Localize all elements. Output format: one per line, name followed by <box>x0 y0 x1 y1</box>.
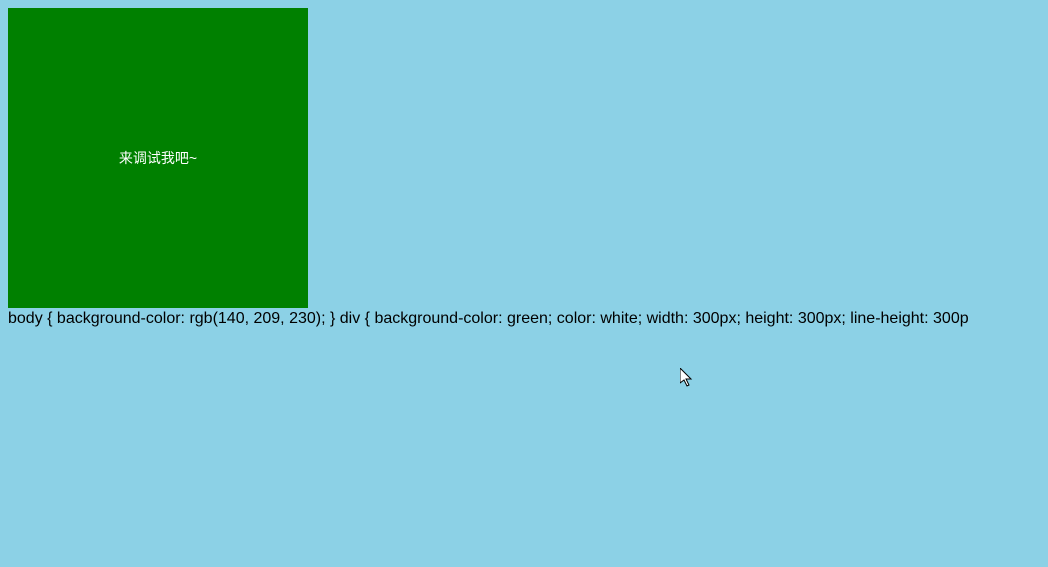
css-rules-text: body { background-color: rgb(140, 209, 2… <box>8 310 1040 328</box>
debug-box-text: 来调试我吧~ <box>119 150 197 166</box>
mouse-cursor-icon <box>680 368 694 388</box>
debug-box: 来调试我吧~ <box>8 8 308 308</box>
